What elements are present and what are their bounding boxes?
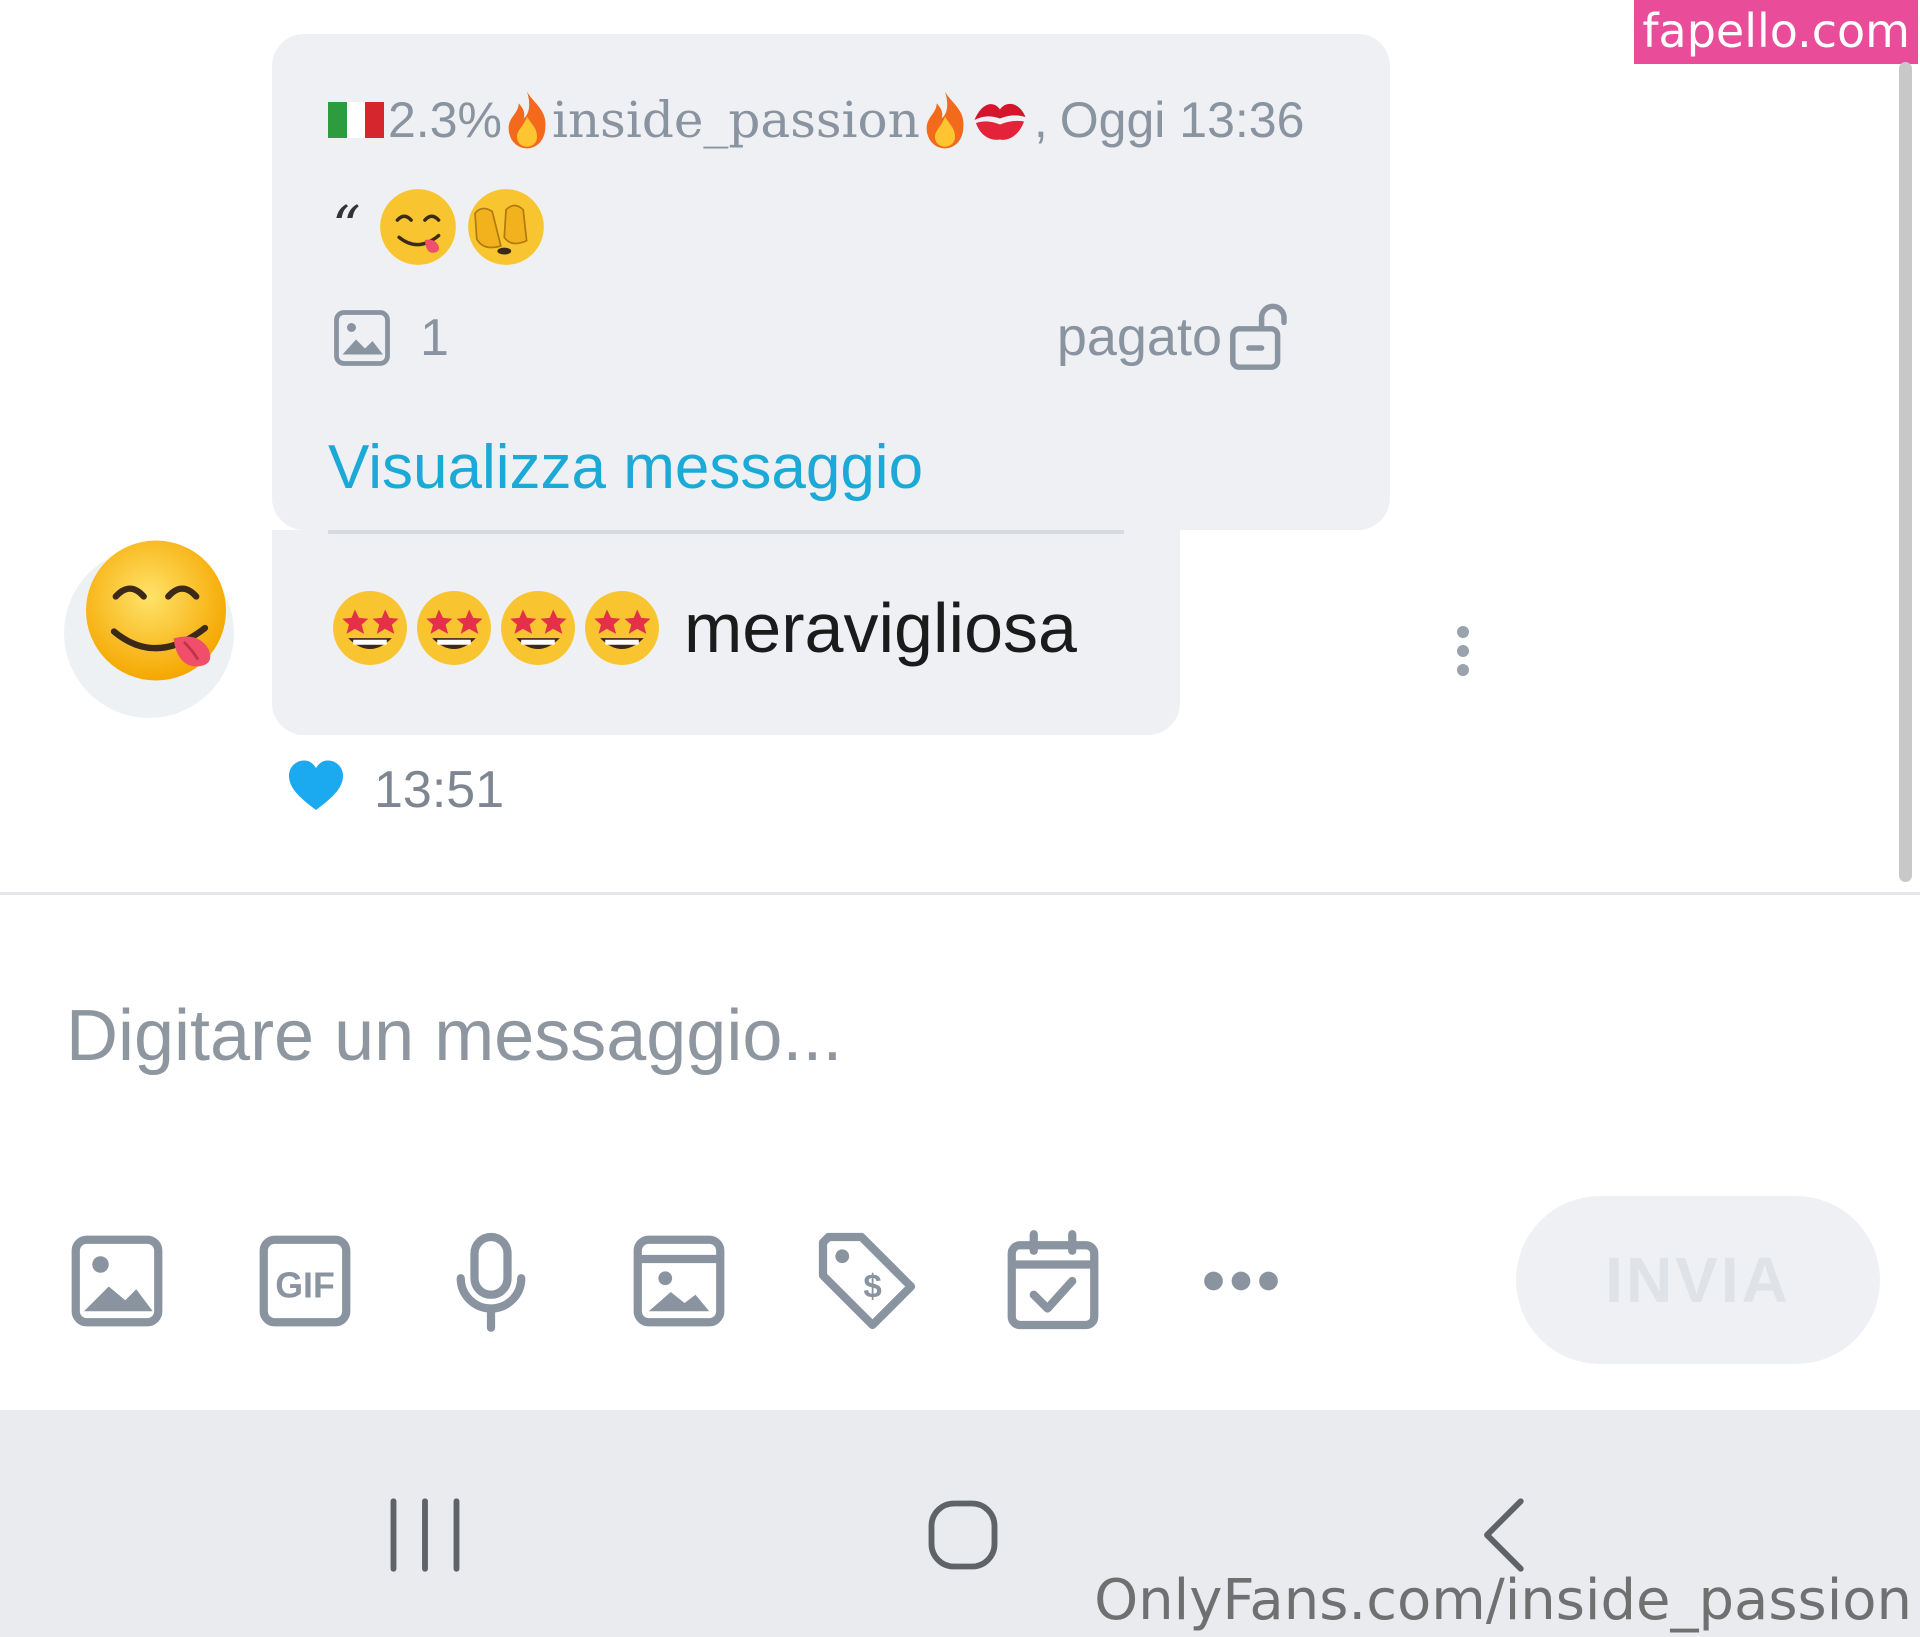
quoted-message-card[interactable]: 2.3% inside_passion , Oggi 13:36 “ 1 pag… — [272, 34, 1390, 530]
svg-text:GIF: GIF — [275, 1266, 335, 1306]
fire-icon — [926, 91, 964, 149]
header-separator: , — [1033, 92, 1048, 148]
message-content: meravigliosa — [328, 586, 1077, 670]
chat-screen: { "watermark": { "top": "fapello.com", "… — [0, 0, 1920, 1637]
quoted-text: “ — [332, 184, 549, 270]
message-options-icon[interactable] — [1448, 626, 1478, 682]
gif-icon[interactable]: GIF — [250, 1226, 360, 1336]
scrollbar[interactable] — [1899, 62, 1912, 882]
more-icon[interactable] — [1186, 1226, 1296, 1336]
quoted-media-info: 1 pagato — [332, 300, 1332, 380]
face-savoring-food-emoji — [379, 189, 456, 265]
quote-mark: “ — [332, 194, 361, 260]
watermark-top: fapello.com — [1634, 0, 1918, 64]
watermark-bottom: OnlyFans.com/inside_passion — [1094, 1568, 1912, 1633]
face-savoring-food-emoji — [86, 540, 226, 681]
paid-label: pagato — [1056, 307, 1222, 367]
unlock-icon — [1230, 303, 1287, 370]
send-button[interactable]: INVIA — [1516, 1196, 1880, 1364]
star-struck-emoji — [333, 591, 407, 665]
face-with-peeking-eye-emoji — [467, 189, 544, 265]
media-count: 1 — [420, 309, 449, 367]
quoted-message-header: 2.3% inside_passion , Oggi 13:36 — [328, 90, 1304, 150]
composer-divider — [0, 892, 1920, 895]
kiss-mark-icon — [974, 103, 1026, 140]
quoted-timestamp: Oggi 13:36 — [1059, 92, 1305, 148]
percentage-label: 2.3% — [388, 92, 502, 148]
star-struck-emoji — [585, 591, 659, 665]
message-input[interactable] — [64, 980, 1768, 1092]
message-bubble[interactable]: meravigliosa — [272, 530, 1180, 735]
home-icon[interactable] — [918, 1490, 1008, 1580]
avatar[interactable] — [64, 540, 234, 718]
price-tag-icon[interactable]: $ — [812, 1226, 922, 1336]
quote-divider — [328, 530, 1124, 534]
star-struck-emoji — [501, 591, 575, 665]
star-struck-emoji — [417, 591, 491, 665]
svg-text:$: $ — [863, 1268, 881, 1305]
italy-flag-icon — [328, 102, 385, 138]
username[interactable]: inside_passion — [552, 91, 920, 149]
fire-icon — [508, 91, 546, 149]
heart-icon[interactable] — [286, 758, 346, 814]
back-icon[interactable] — [1460, 1490, 1550, 1580]
image-icon — [334, 310, 390, 366]
vault-icon[interactable] — [624, 1226, 734, 1336]
calendar-check-icon[interactable] — [998, 1226, 1108, 1336]
microphone-icon[interactable] — [436, 1226, 546, 1336]
image-icon[interactable] — [62, 1226, 172, 1336]
view-message-link[interactable]: Visualizza messaggio — [328, 432, 923, 503]
message-time: 13:51 — [374, 761, 505, 819]
recent-apps-icon[interactable] — [380, 1490, 470, 1580]
message-text: meravigliosa — [684, 589, 1077, 667]
